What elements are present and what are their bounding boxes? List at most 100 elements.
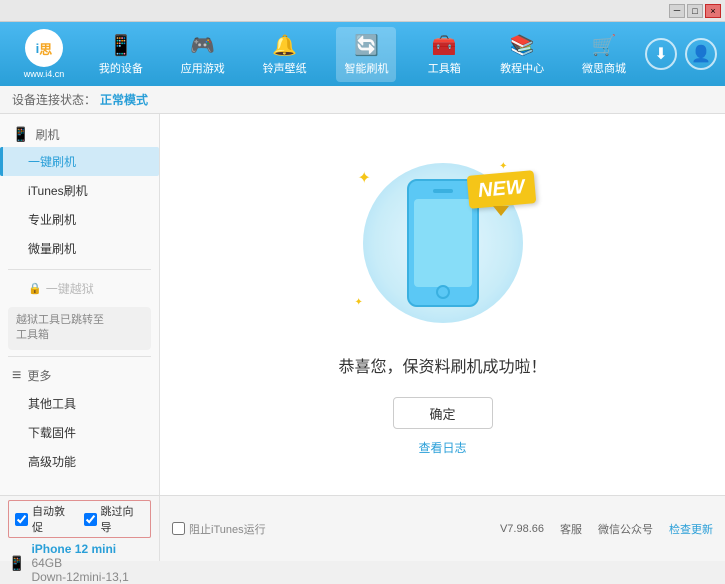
- new-badge: NEW: [467, 170, 536, 209]
- ringtones-icon: 🔔: [272, 33, 297, 58]
- nav-weisi-mall-label: 微思商城: [582, 60, 626, 76]
- minimize-button[interactable]: －: [669, 4, 685, 18]
- sparkle-2: ✦: [499, 161, 507, 172]
- main-layout: 📱 刷机 一键刷机 iTunes刷机 专业刷机 微量刷机 🔒 一键越狱: [0, 114, 725, 495]
- header: i思 www.i4.cn 📱 我的设备 🎮 应用游戏 🔔 铃声壁纸 🔄 智能刷机…: [0, 22, 725, 86]
- sidebar-jailbreak-disabled: 🔒 一键越狱: [0, 276, 159, 301]
- auto-follow-input[interactable]: [15, 513, 28, 526]
- my-device-icon: 📱: [108, 33, 133, 58]
- sidebar-data-flash[interactable]: 微量刷机: [0, 234, 159, 263]
- pro-flash-label: 专业刷机: [28, 213, 76, 227]
- phone-home-button: [436, 285, 450, 299]
- data-flash-label: 微量刷机: [28, 242, 76, 256]
- new-badge-container: NEW: [468, 173, 535, 206]
- phone-icon: 📱: [12, 126, 29, 143]
- statusbar-label: 设备连接状态：: [12, 91, 96, 108]
- checkboxes-row: 自动敦促 跳过向导: [8, 500, 151, 538]
- nav-my-device[interactable]: 📱 我的设备: [91, 27, 151, 82]
- sidebar-jailbreak-info: 越狱工具已跳转至工具箱: [8, 307, 151, 350]
- user-button[interactable]: 👤: [685, 38, 717, 70]
- nav-right: ⬇ 👤: [645, 38, 717, 70]
- bottom-right-panel: 阻止iTunes运行 V7.98.66 客服 微信公众号 检查更新: [160, 496, 725, 561]
- nav-tutorial[interactable]: 📚 教程中心: [492, 27, 552, 82]
- close-button[interactable]: ×: [705, 4, 721, 18]
- sidebar-divider-2: [8, 356, 151, 357]
- maximize-button[interactable]: □: [687, 4, 703, 18]
- device-phone-icon: 📱: [8, 555, 25, 572]
- statusbar-value: 正常模式: [100, 91, 148, 108]
- nav-tutorial-label: 教程中心: [500, 60, 544, 76]
- nav-toolbox[interactable]: 🧰 工具箱: [418, 27, 470, 82]
- apps-games-icon: 🎮: [190, 33, 215, 58]
- jailbreak-info-text: 越狱工具已跳转至工具箱: [16, 314, 104, 341]
- itunes-flash-label: iTunes刷机: [28, 184, 88, 198]
- sidebar-pro-flash[interactable]: 专业刷机: [0, 205, 159, 234]
- more-icon: ≡: [12, 367, 21, 385]
- phone-illustration: NEW ✦ ✦ ✦: [343, 153, 543, 333]
- advanced-label: 高级功能: [28, 455, 76, 469]
- sidebar-jailbreak-section: 🔒 一键越狱 越狱工具已跳转至工具箱: [0, 276, 159, 350]
- sidebar-download-firmware[interactable]: 下载固件: [0, 418, 159, 447]
- auto-follow-label: 自动敦促: [32, 503, 76, 535]
- sidebar-flash-section: 📱 刷机 一键刷机 iTunes刷机 专业刷机 微量刷机: [0, 122, 159, 263]
- device-details: iPhone 12 mini 64GB Down-12mini-13,1: [31, 542, 128, 584]
- lock-icon: 🔒: [28, 282, 42, 295]
- device-info: 📱 iPhone 12 mini 64GB Down-12mini-13,1: [8, 540, 151, 584]
- nav-ringtones-label: 铃声壁纸: [263, 60, 307, 76]
- skip-wizard-input[interactable]: [84, 513, 97, 526]
- confirm-button[interactable]: 确定: [393, 397, 493, 429]
- sidebar-more-section: ≡ 更多 其他工具 下载固件 高级功能: [0, 363, 159, 476]
- one-click-flash-label: 一键刷机: [28, 155, 76, 169]
- logo-url: www.i4.cn: [24, 69, 65, 79]
- sidebar-advanced[interactable]: 高级功能: [0, 447, 159, 476]
- smart-flash-icon: 🔄: [354, 33, 379, 58]
- sparkle-1: ✦: [358, 168, 371, 188]
- nav-apps-games[interactable]: 🎮 应用游戏: [173, 27, 233, 82]
- weisi-mall-icon: 🛒: [592, 33, 617, 58]
- nav-my-device-label: 我的设备: [99, 60, 143, 76]
- toolbox-icon: 🧰: [432, 33, 457, 58]
- statusbar: 设备连接状态： 正常模式: [0, 86, 725, 114]
- download-button[interactable]: ⬇: [645, 38, 677, 70]
- skip-wizard-label: 跳过向导: [101, 503, 145, 535]
- bottom-left-panel: 自动敦促 跳过向导 📱 iPhone 12 mini 64GB Down-12m…: [0, 496, 160, 561]
- version-number: V7.98.66: [500, 523, 544, 535]
- sidebar-divider-1: [8, 269, 151, 270]
- nav-smart-flash[interactable]: 🔄 智能刷机: [336, 27, 396, 82]
- phone-screen: [414, 199, 472, 287]
- download-firmware-label: 下载固件: [28, 426, 76, 440]
- sidebar-more-title: ≡ 更多: [0, 363, 159, 389]
- bottom-area: 自动敦促 跳过向导 📱 iPhone 12 mini 64GB Down-12m…: [0, 495, 725, 561]
- sidebar-more-label: 更多: [27, 367, 51, 384]
- content-area: NEW ✦ ✦ ✦ 恭喜您，保资料刷机成功啦！ 确定 查看日志: [160, 114, 725, 495]
- logo[interactable]: i思 www.i4.cn: [8, 29, 80, 79]
- log-link[interactable]: 查看日志: [418, 439, 466, 456]
- badge-arrow: [493, 206, 509, 216]
- nav-items: 📱 我的设备 🎮 应用游戏 🔔 铃声壁纸 🔄 智能刷机 🧰 工具箱 📚 教程中心…: [80, 22, 645, 86]
- nav-ringtones[interactable]: 🔔 铃声壁纸: [255, 27, 315, 82]
- phone-speaker: [433, 189, 453, 193]
- sidebar-flash-label: 刷机: [35, 126, 59, 143]
- sparkle-3: ✦: [355, 297, 363, 308]
- device-name: iPhone 12 mini: [31, 542, 128, 556]
- sidebar-other-tools[interactable]: 其他工具: [0, 389, 159, 418]
- sidebar-one-click-flash[interactable]: 一键刷机: [0, 147, 159, 176]
- nav-smart-flash-label: 智能刷机: [344, 60, 388, 76]
- jailbreak-disabled-label: 一键越狱: [46, 280, 94, 297]
- device-storage: 64GB: [31, 556, 128, 570]
- titlebar: － □ ×: [0, 0, 725, 22]
- auto-follow-checkbox[interactable]: 自动敦促: [15, 503, 76, 535]
- nav-toolbox-label: 工具箱: [428, 60, 461, 76]
- itunes-checkbox[interactable]: [172, 522, 185, 535]
- sidebar-flash-title: 📱 刷机: [0, 122, 159, 147]
- sidebar: 📱 刷机 一键刷机 iTunes刷机 专业刷机 微量刷机 🔒 一键越狱: [0, 114, 160, 495]
- nav-apps-games-label: 应用游戏: [181, 60, 225, 76]
- tutorial-icon: 📚: [510, 33, 535, 58]
- sidebar-itunes-flash[interactable]: iTunes刷机: [0, 176, 159, 205]
- success-text: 恭喜您，保资料刷机成功啦！: [338, 353, 546, 377]
- logo-icon: i思: [25, 29, 63, 67]
- other-tools-label: 其他工具: [28, 397, 76, 411]
- skip-wizard-checkbox[interactable]: 跳过向导: [84, 503, 145, 535]
- nav-weisi-mall[interactable]: 🛒 微思商城: [574, 27, 634, 82]
- device-firmware: Down-12mini-13,1: [31, 570, 128, 584]
